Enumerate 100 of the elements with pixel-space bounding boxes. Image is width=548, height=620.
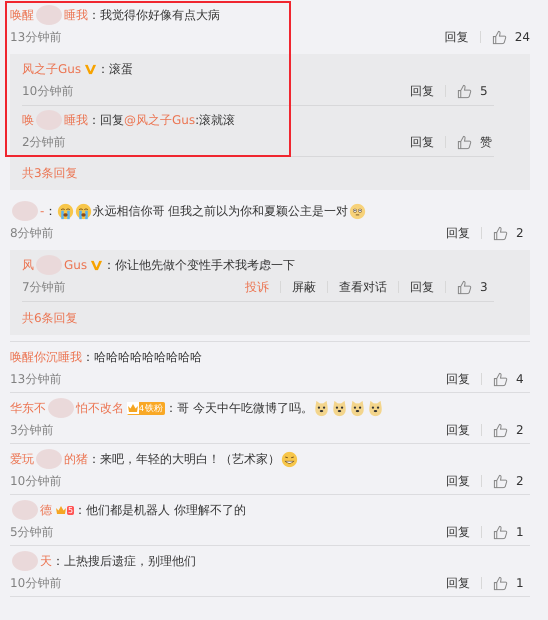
- dog-face-icon: [349, 400, 366, 416]
- user-name[interactable]: -: [40, 204, 44, 218]
- user-name[interactable]: 的猪: [64, 450, 88, 468]
- user-name[interactable]: 唤醒: [10, 6, 34, 24]
- crying-face-icon: [56, 202, 74, 220]
- comment-text: 来吧，年轻的大明白！（艺术家）: [100, 450, 280, 468]
- user-name[interactable]: 德: [40, 502, 52, 518]
- action-link[interactable]: 回复: [410, 134, 434, 150]
- action-link[interactable]: 回复: [444, 28, 469, 46]
- action-link[interactable]: 回复: [410, 82, 434, 100]
- action-link[interactable]: 回复: [446, 574, 470, 592]
- comment-text: 回复: [100, 112, 124, 128]
- blur-mark: [12, 500, 38, 520]
- user-name[interactable]: 怕不改名: [76, 400, 124, 416]
- user-name[interactable]: 睡我: [64, 6, 88, 24]
- colon: ：: [97, 60, 110, 78]
- colon: ：: [88, 112, 100, 128]
- user-name[interactable]: 风之子Gus: [22, 60, 82, 78]
- thumbs-up-icon[interactable]: [492, 30, 507, 44]
- blur-mark: [12, 201, 38, 221]
- timestamp: 13分钟前: [10, 28, 62, 46]
- crying-face-icon: [74, 202, 92, 220]
- action-link[interactable]: 回复: [446, 224, 470, 242]
- colon: ：: [52, 552, 64, 570]
- timestamp: 13分钟前: [10, 370, 62, 388]
- timestamp: 2分钟前: [22, 134, 66, 150]
- report-link[interactable]: 投诉: [245, 278, 269, 296]
- timestamp: 3分钟前: [10, 422, 54, 438]
- more-replies-link[interactable]: 共3条回复: [22, 156, 494, 184]
- thumbs-up-icon[interactable]: [493, 474, 508, 488]
- verified-icon: [84, 62, 98, 76]
- thumbs-up-icon[interactable]: [493, 226, 508, 240]
- like-count: 赞: [480, 134, 493, 150]
- blur-mark: [36, 5, 62, 25]
- comment-text: 哈哈哈哈哈哈哈哈哈: [94, 348, 202, 366]
- colon: ：: [88, 6, 100, 24]
- comment-text: 哥 今天中午吃微博了吗。: [177, 400, 313, 416]
- dog-face-icon: [331, 400, 348, 416]
- colon: ：: [165, 400, 178, 416]
- blur-mark: [48, 398, 74, 418]
- colon: ：: [74, 502, 86, 518]
- colon: ：: [103, 256, 116, 274]
- action-link[interactable]: 回复: [446, 422, 470, 438]
- flushed-face-icon: [348, 202, 366, 220]
- like-count: 2: [516, 226, 525, 240]
- timestamp: 8分钟前: [10, 224, 54, 242]
- colon: ：: [88, 450, 100, 468]
- timestamp: 10分钟前: [10, 472, 62, 490]
- thumbs-up-icon[interactable]: [457, 84, 472, 98]
- action-link[interactable]: 回复: [446, 524, 470, 540]
- verified-icon: [90, 258, 104, 272]
- like-count: 5: [480, 84, 489, 98]
- colon: ：: [44, 202, 56, 220]
- comment-text: 我觉得你好像有点大病: [100, 6, 220, 24]
- dog-face-icon: [367, 400, 384, 416]
- mention-link[interactable]: @风之子Gus: [124, 112, 196, 128]
- like-count: 2: [516, 423, 525, 437]
- like-count: 1: [516, 576, 525, 590]
- like-count: 1: [516, 525, 525, 539]
- user-name[interactable]: 唤醒你沉睡我: [10, 348, 82, 366]
- fan-badge: 4铁粉: [127, 402, 166, 414]
- action-link[interactable]: 查看对话: [339, 278, 387, 296]
- timestamp: 10分钟前: [10, 574, 62, 592]
- comment-text: 你让他先做个变性手术我考虑一下: [115, 256, 296, 274]
- colon: ：: [82, 348, 94, 366]
- action-link[interactable]: 回复: [446, 472, 470, 490]
- like-count: 4: [516, 372, 525, 386]
- user-name[interactable]: 睡我: [64, 112, 88, 128]
- comment-text: 永远相信你哥 但我之前以为你和夏颖公主是一对: [92, 202, 348, 220]
- comment-text: 上热搜后遗症，别理他们: [64, 552, 196, 570]
- like-count: 3: [480, 280, 489, 294]
- action-link[interactable]: 屏蔽: [292, 278, 316, 296]
- blur-mark: [36, 449, 62, 469]
- thumbs-up-icon[interactable]: [493, 422, 508, 438]
- timestamp: 7分钟前: [22, 278, 66, 296]
- more-replies-link[interactable]: 共6条回复: [22, 301, 494, 329]
- user-name[interactable]: 天: [40, 552, 52, 570]
- user-name[interactable]: 爱玩: [10, 450, 34, 468]
- comment-text: :滚就滚: [195, 112, 236, 128]
- thumbs-up-icon[interactable]: [493, 576, 508, 590]
- comment-text: 他们都是机器人 你理解不了的: [86, 502, 246, 518]
- like-count: 24: [514, 30, 530, 44]
- blur-mark: [12, 551, 38, 571]
- action-link[interactable]: 回复: [410, 278, 434, 296]
- like-count: 2: [516, 474, 525, 488]
- thumbs-up-icon[interactable]: [493, 524, 508, 540]
- thumbs-up-icon[interactable]: [457, 134, 472, 150]
- timestamp: 10分钟前: [22, 82, 74, 100]
- user-name[interactable]: 风: [22, 256, 34, 274]
- thumbs-up-icon[interactable]: [457, 280, 472, 294]
- level-badge: 5: [55, 502, 74, 518]
- timestamp: 5分钟前: [10, 524, 54, 540]
- action-link[interactable]: 回复: [446, 370, 470, 388]
- grinning-face-icon: [280, 450, 298, 468]
- user-name[interactable]: 唤: [22, 112, 34, 128]
- user-name[interactable]: Gus: [64, 258, 88, 272]
- thumbs-up-icon[interactable]: [493, 372, 508, 386]
- dog-face-icon: [313, 400, 330, 416]
- user-name[interactable]: 华东不: [10, 400, 46, 416]
- comment-text: 滚蛋: [109, 60, 134, 78]
